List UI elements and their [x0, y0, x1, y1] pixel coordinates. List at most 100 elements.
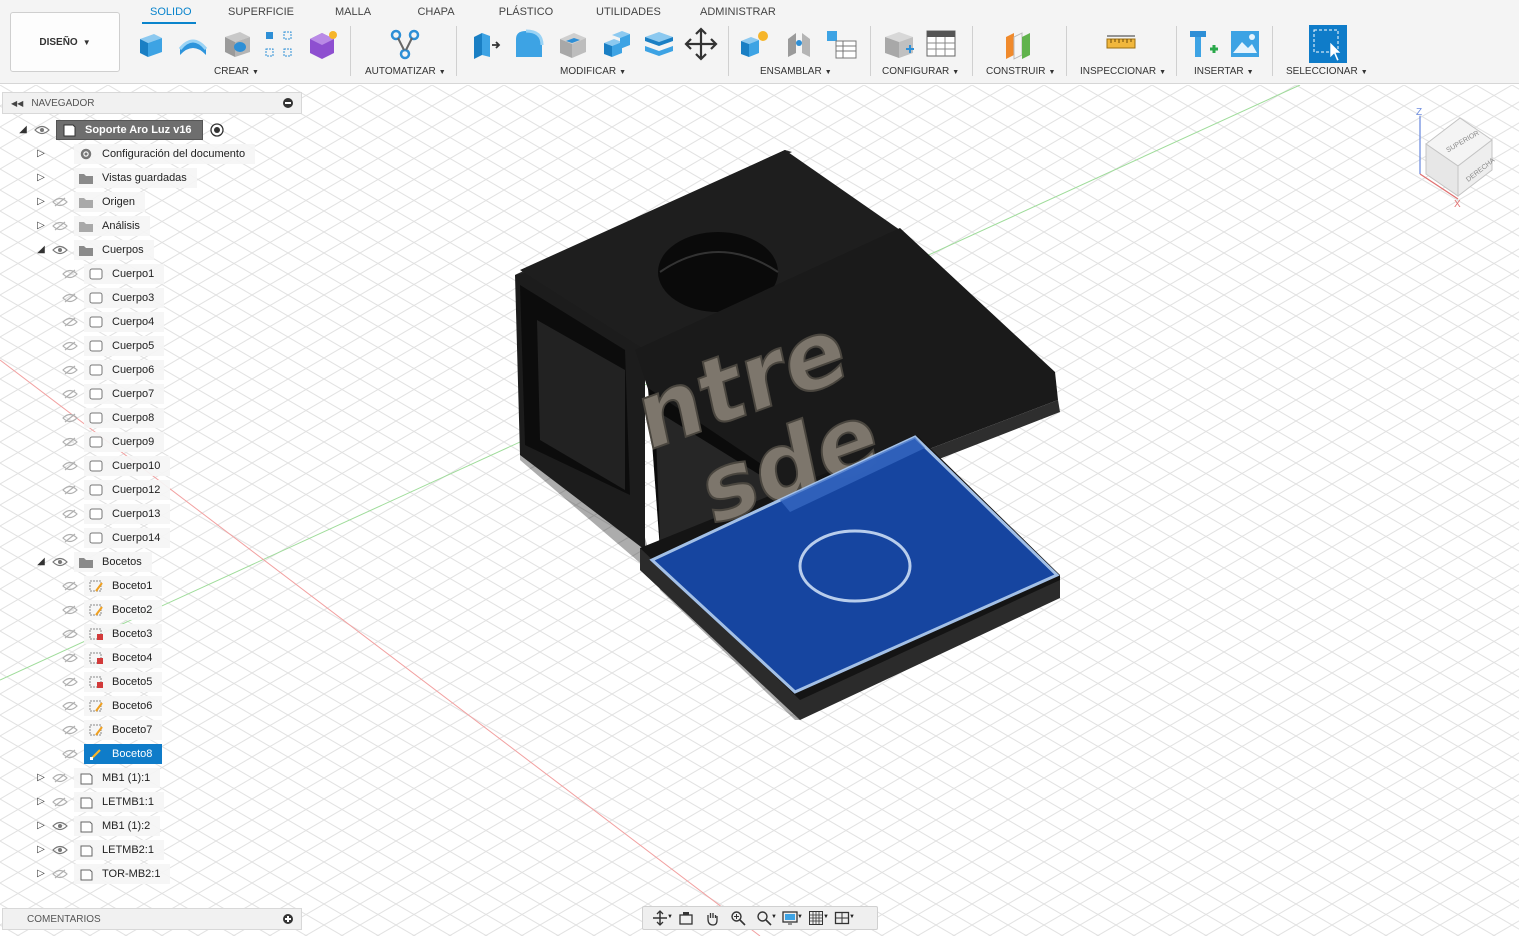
- hidden-eye-icon[interactable]: [62, 485, 78, 495]
- viewports-button[interactable]: ▼: [829, 908, 855, 928]
- hole-icon[interactable]: [220, 27, 254, 61]
- navigator-header[interactable]: ◀◀ NAVEGADOR: [2, 92, 302, 114]
- tree-node[interactable]: Boceto8: [84, 744, 163, 764]
- tab-plastico[interactable]: PLÁSTICO: [498, 5, 554, 21]
- hidden-eye-icon[interactable]: [52, 869, 68, 879]
- hidden-eye-icon[interactable]: [62, 677, 78, 687]
- insert-image-icon[interactable]: [1228, 27, 1262, 61]
- group-construir[interactable]: CONSTRUIR ▼: [986, 66, 1055, 77]
- tree-node[interactable]: Cuerpo13: [84, 504, 171, 524]
- tab-chapa[interactable]: CHAPA: [416, 5, 456, 21]
- tree-node[interactable]: MB1 (1):1: [74, 768, 161, 788]
- zoom-button[interactable]: [725, 908, 751, 928]
- hidden-eye-icon[interactable]: [62, 413, 78, 423]
- rectangular-pattern-icon[interactable]: [262, 27, 296, 61]
- expand-arrow-icon[interactable]: ▷: [36, 220, 46, 232]
- hidden-eye-icon[interactable]: [52, 773, 68, 783]
- tree-item-document-settings[interactable]: ▷ Configuración del documento: [36, 144, 256, 164]
- group-ensamblar[interactable]: ENSAMBLAR ▼: [760, 66, 832, 77]
- tree-item-body[interactable]: Cuerpo3: [62, 288, 165, 308]
- tab-administrar[interactable]: ADMINISTRAR: [700, 5, 776, 21]
- move-icon[interactable]: [684, 27, 718, 61]
- hidden-eye-icon[interactable]: [62, 581, 78, 591]
- tree-item-sketch[interactable]: Boceto6: [62, 696, 163, 716]
- expand-arrow-icon[interactable]: ▷: [36, 796, 46, 808]
- hidden-eye-icon[interactable]: [62, 389, 78, 399]
- tree-item-named-views[interactable]: ▷ Vistas guardadas: [36, 168, 197, 188]
- tree-node[interactable]: Cuerpos: [74, 240, 154, 260]
- insert-derive-icon[interactable]: [1186, 27, 1220, 61]
- visibility-eye-icon[interactable]: [52, 845, 68, 855]
- tree-item-bodies-folder[interactable]: ◢ Cuerpos: [36, 240, 154, 260]
- tree-node[interactable]: Cuerpo6: [84, 360, 165, 380]
- tree-node[interactable]: Cuerpo1: [84, 264, 165, 284]
- minimize-icon[interactable]: [283, 98, 293, 108]
- tree-node[interactable]: Cuerpo12: [84, 480, 171, 500]
- tree-node[interactable]: Cuerpo7: [84, 384, 165, 404]
- split-body-icon[interactable]: [642, 27, 676, 61]
- offset-plane-icon[interactable]: [1002, 27, 1036, 61]
- expand-arrow-icon[interactable]: ▷: [36, 820, 46, 832]
- tree-item-sketches-folder[interactable]: ◢ Bocetos: [36, 552, 152, 572]
- workspace-dropdown[interactable]: DISEÑO ▼: [10, 12, 120, 72]
- group-seleccionar[interactable]: SELECCIONAR ▼: [1286, 66, 1368, 77]
- tree-node[interactable]: Cuerpo4: [84, 312, 165, 332]
- tree-item-sketch[interactable]: Boceto8: [62, 744, 163, 764]
- tree-item-component[interactable]: ▷ MB1 (1):2: [36, 816, 161, 836]
- hidden-eye-icon[interactable]: [52, 221, 68, 231]
- tab-malla[interactable]: MALLA: [332, 5, 374, 21]
- shell-icon[interactable]: [556, 27, 590, 61]
- canvas-viewport[interactable]: ntre sde: [0, 85, 1519, 936]
- tree-item-component[interactable]: ▷ TOR-MB2:1: [36, 864, 171, 884]
- expand-arrow-icon[interactable]: ▷: [36, 772, 46, 784]
- look-at-button[interactable]: [673, 908, 699, 928]
- group-modificar[interactable]: MODIFICAR ▼: [560, 66, 626, 77]
- fit-button[interactable]: ▼: [751, 908, 777, 928]
- tree-item-analysis[interactable]: ▷ Análisis: [36, 216, 150, 236]
- tree-item-body[interactable]: Cuerpo14: [62, 528, 171, 548]
- hidden-eye-icon[interactable]: [62, 749, 78, 759]
- hidden-eye-icon[interactable]: [62, 437, 78, 447]
- tree-item-body[interactable]: Cuerpo1: [62, 264, 165, 284]
- tree-node[interactable]: MB1 (1):2: [74, 816, 161, 836]
- tree-node[interactable]: LETMB1:1: [74, 792, 164, 812]
- tree-node[interactable]: Cuerpo9: [84, 432, 165, 452]
- group-automatizar[interactable]: AUTOMATIZAR ▼: [365, 66, 446, 77]
- tree-item-body[interactable]: Cuerpo9: [62, 432, 165, 452]
- collapse-panel-icon[interactable]: ◀◀: [11, 99, 23, 108]
- new-component-icon[interactable]: [738, 27, 772, 61]
- tree-item-body[interactable]: Cuerpo5: [62, 336, 165, 356]
- tree-item-body[interactable]: Cuerpo10: [62, 456, 171, 476]
- tree-node[interactable]: Configuración del documento: [74, 144, 256, 164]
- group-inspeccionar[interactable]: INSPECCIONAR ▼: [1080, 66, 1166, 77]
- activate-radio-icon[interactable]: [209, 122, 225, 138]
- tree-node[interactable]: Bocetos: [74, 552, 152, 572]
- tree-node[interactable]: TOR-MB2:1: [74, 864, 171, 884]
- pan-button[interactable]: [699, 908, 725, 928]
- hidden-eye-icon[interactable]: [52, 797, 68, 807]
- tree-item-sketch[interactable]: Boceto7: [62, 720, 163, 740]
- extrude-icon[interactable]: [134, 27, 168, 61]
- tab-superficie[interactable]: SUPERFICIE: [228, 5, 294, 21]
- tree-node[interactable]: LETMB2:1: [74, 840, 164, 860]
- viewcube[interactable]: Z X SUPERIOR DERECHA: [1408, 104, 1508, 214]
- tree-node[interactable]: Soporte Aro Luz v16: [56, 120, 203, 140]
- visibility-eye-icon[interactable]: [52, 557, 68, 567]
- hidden-eye-icon[interactable]: [62, 629, 78, 639]
- expand-arrow-icon[interactable]: ▷: [36, 844, 46, 856]
- orbit-button[interactable]: ▼: [647, 908, 673, 928]
- collapse-arrow-icon[interactable]: ◢: [36, 556, 46, 568]
- tree-node[interactable]: Boceto6: [84, 696, 163, 716]
- tree-node[interactable]: Boceto7: [84, 720, 163, 740]
- tree-item-body[interactable]: Cuerpo12: [62, 480, 171, 500]
- revolve-icon[interactable]: [176, 27, 210, 61]
- tree-item-sketch[interactable]: Boceto2: [62, 600, 163, 620]
- tree-root-component[interactable]: ◢ Soporte Aro Luz v16: [18, 120, 225, 140]
- tree-item-sketch[interactable]: Boceto1: [62, 576, 163, 596]
- hidden-eye-icon[interactable]: [62, 533, 78, 543]
- group-crear[interactable]: CREAR ▼: [214, 66, 259, 77]
- tree-item-component[interactable]: ▷ LETMB2:1: [36, 840, 164, 860]
- hidden-eye-icon[interactable]: [62, 269, 78, 279]
- hidden-eye-icon[interactable]: [62, 461, 78, 471]
- tree-node[interactable]: Boceto5: [84, 672, 163, 692]
